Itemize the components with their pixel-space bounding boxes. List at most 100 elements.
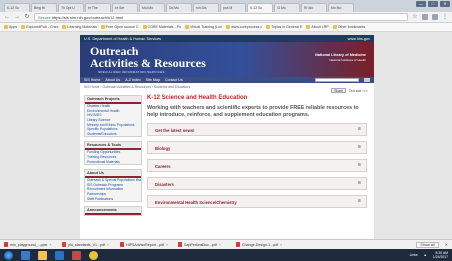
file-explorer-icon[interactable] <box>38 250 47 260</box>
chevron-up-icon[interactable]: ˄ <box>166 243 168 247</box>
accordion-item[interactable]: Get the latest news! ⊞ <box>147 123 367 136</box>
bookmark-icon <box>266 25 271 29</box>
network-icon[interactable]: ▲ <box>424 253 427 257</box>
bookmark-item[interactable]: Topics in General E <box>266 25 302 29</box>
sidebar-heading: About Us <box>85 169 141 178</box>
download-item[interactable]: phi_standards_V1...pdf ˄ <box>62 242 114 247</box>
menu-icon[interactable]: ⋮ <box>442 14 448 20</box>
bookmark-icon <box>62 25 67 29</box>
sidebar-link[interactable]: Staff Publications <box>85 196 141 201</box>
site-nav-link[interactable]: Site Map <box>146 78 160 82</box>
chrome-icon[interactable] <box>89 250 98 260</box>
close-window-button[interactable]: ✕ <box>440 1 450 7</box>
address-bar[interactable]: Secure https://sis.nlm.nih.gov/outreach/… <box>34 13 408 21</box>
sidebar-box: About Us Outreach & Special Populations B… <box>84 168 142 202</box>
site-search-input[interactable] <box>315 78 359 82</box>
accordion-item[interactable]: Disasters ⊞ <box>147 177 367 190</box>
browser-tab[interactable]: Dd Mo <box>166 3 192 12</box>
extension-icon[interactable] <box>422 14 428 20</box>
browser-tab[interactable]: Mol Mo <box>139 3 165 12</box>
browser-tab[interactable]: Rr Mo <box>301 3 327 12</box>
web-page: U.S. Department of Health & Human Servic… <box>80 35 374 239</box>
hhs-label[interactable]: U.S. Department of Health & Human Servic… <box>84 37 161 41</box>
sidebar-link[interactable]: Minority and Ethnic Populations <box>85 122 141 127</box>
bookmark-item[interactable]: Apps <box>4 25 17 29</box>
bookmark-item[interactable]: About LRP <box>306 25 329 29</box>
expand-icon[interactable]: ⊞ <box>358 162 361 167</box>
expand-icon[interactable]: ⊞ <box>358 144 361 149</box>
site-nav-link[interactable]: Contact Us <box>165 78 183 82</box>
bookmark-item[interactable]: Other bookmarks <box>332 25 365 29</box>
bookmark-icon <box>332 25 337 29</box>
accordion-item[interactable]: Environmental Health Science/Chemistry ⊞ <box>147 195 367 208</box>
logo-line-2[interactable]: Activities & Resources <box>90 57 206 69</box>
text-size-control[interactable]: Text size □□□ <box>349 89 368 93</box>
minimize-button[interactable]: — <box>416 1 426 7</box>
ie-icon[interactable] <box>21 250 30 260</box>
system-tray: Links ▲ 8:30 AM 1/24/2017 <box>410 251 448 259</box>
hhs-bar: U.S. Department of Health & Human Servic… <box>80 35 374 42</box>
bookmark-item[interactable]: www.coreprocess.c <box>226 25 262 29</box>
expand-icon[interactable]: ⊞ <box>358 126 361 131</box>
accordion-item[interactable]: Careers ⊞ <box>147 159 367 172</box>
site-banner: Outreach Activities & Resources SPECIALI… <box>80 42 374 77</box>
bookmark-item[interactable]: Free Open source C <box>100 25 139 29</box>
browser-tab[interactable]: rch Dis <box>193 3 219 12</box>
star-icon[interactable]: ☆ <box>412 14 418 20</box>
site-nav-link[interactable]: SIS Home <box>84 78 100 82</box>
bookmark-item[interactable]: CORE Materials - Po <box>142 25 181 29</box>
bookmark-item[interactable]: Virtual Training (Lon <box>185 25 222 29</box>
sidebar-heading: Outreach Projects <box>85 96 141 104</box>
links-toolbar[interactable]: Links <box>410 253 418 257</box>
sidebar-link[interactable]: Students/Educators <box>85 132 141 137</box>
nlm-name: National Library of Medicine <box>315 53 366 57</box>
sidebar-heading: Resources & Tools <box>85 142 141 151</box>
show-all-button[interactable]: Show all <box>416 241 439 248</box>
reload-icon[interactable]: ↻ <box>24 14 30 20</box>
browser-tab[interactable]: Cl Mo <box>274 3 300 12</box>
download-item[interactable]: HIPSAdvisoReport...pdf ˄ <box>120 242 172 247</box>
secure-label: Secure <box>38 15 51 20</box>
bookmark-item[interactable]: Explore#Pub - Chec <box>21 25 58 29</box>
back-icon[interactable]: ← <box>4 14 10 20</box>
maximize-button[interactable]: □ <box>428 1 438 7</box>
browser-tab[interactable]: K-12 Sc <box>4 3 30 12</box>
site-search-go-button[interactable] <box>364 78 370 82</box>
chevron-up-icon[interactable]: ˄ <box>107 243 109 247</box>
expand-icon[interactable]: ⊞ <box>358 180 361 185</box>
browser-tab[interactable]: K-12 Sc <box>247 3 273 12</box>
download-item[interactable]: SapPerkinsDoc...pdf ˄ <box>178 242 230 247</box>
browser-tab[interactable]: hr The <box>85 3 111 12</box>
browser-toolbar: ← → ↻ Secure https://sis.nlm.nih.gov/out… <box>0 12 452 23</box>
browser-tab[interactable]: pos M <box>220 3 246 12</box>
browser-tab[interactable]: Th Opt U <box>58 3 84 12</box>
forward-icon[interactable]: → <box>14 14 20 20</box>
edge-icon[interactable] <box>55 250 64 260</box>
browser-tab[interactable]: hr Set <box>112 3 138 12</box>
extension-icon[interactable] <box>432 14 438 20</box>
page-title: K-12 Science and Health Education <box>147 95 248 101</box>
start-button-icon[interactable] <box>4 250 13 260</box>
site-nav-link[interactable]: A-Z Index <box>125 78 141 82</box>
download-item[interactable]: min_playground_...pptx ˄ <box>4 242 56 247</box>
accordion-item[interactable]: Biology ⊞ <box>147 141 367 154</box>
outlook-icon[interactable] <box>72 250 81 260</box>
download-item[interactable]: Change-Design-1...pdf ˄ <box>236 242 288 247</box>
close-icon[interactable]: ✕ <box>445 242 448 247</box>
download-filename: min_playground_...pptx <box>10 242 48 247</box>
chevron-up-icon[interactable]: ˄ <box>49 243 51 247</box>
browser-tab[interactable]: Mo Mo <box>328 3 354 12</box>
share-button[interactable]: Share <box>331 88 346 93</box>
nlm-logo[interactable]: National Library of Medicine National In… <box>315 53 366 63</box>
clock[interactable]: 8:30 AM 1/24/2017 <box>433 251 448 259</box>
bookmark-item[interactable]: Learning Materials <box>62 25 97 29</box>
expand-icon[interactable]: ⊞ <box>358 198 361 203</box>
hhs-link[interactable]: www.hhs.gov <box>348 37 370 41</box>
chevron-up-icon[interactable]: ˄ <box>219 243 221 247</box>
pdf-file-icon <box>178 242 182 247</box>
site-nav-link[interactable]: About Us <box>105 78 120 82</box>
chevron-up-icon[interactable]: ˄ <box>280 243 282 247</box>
sidebar-link[interactable]: Outreach & Special Populations Branch <box>85 178 141 183</box>
browser-tab[interactable]: Bing Hi <box>31 3 57 12</box>
sidebar-link[interactable]: Promotional Materials <box>85 159 141 164</box>
